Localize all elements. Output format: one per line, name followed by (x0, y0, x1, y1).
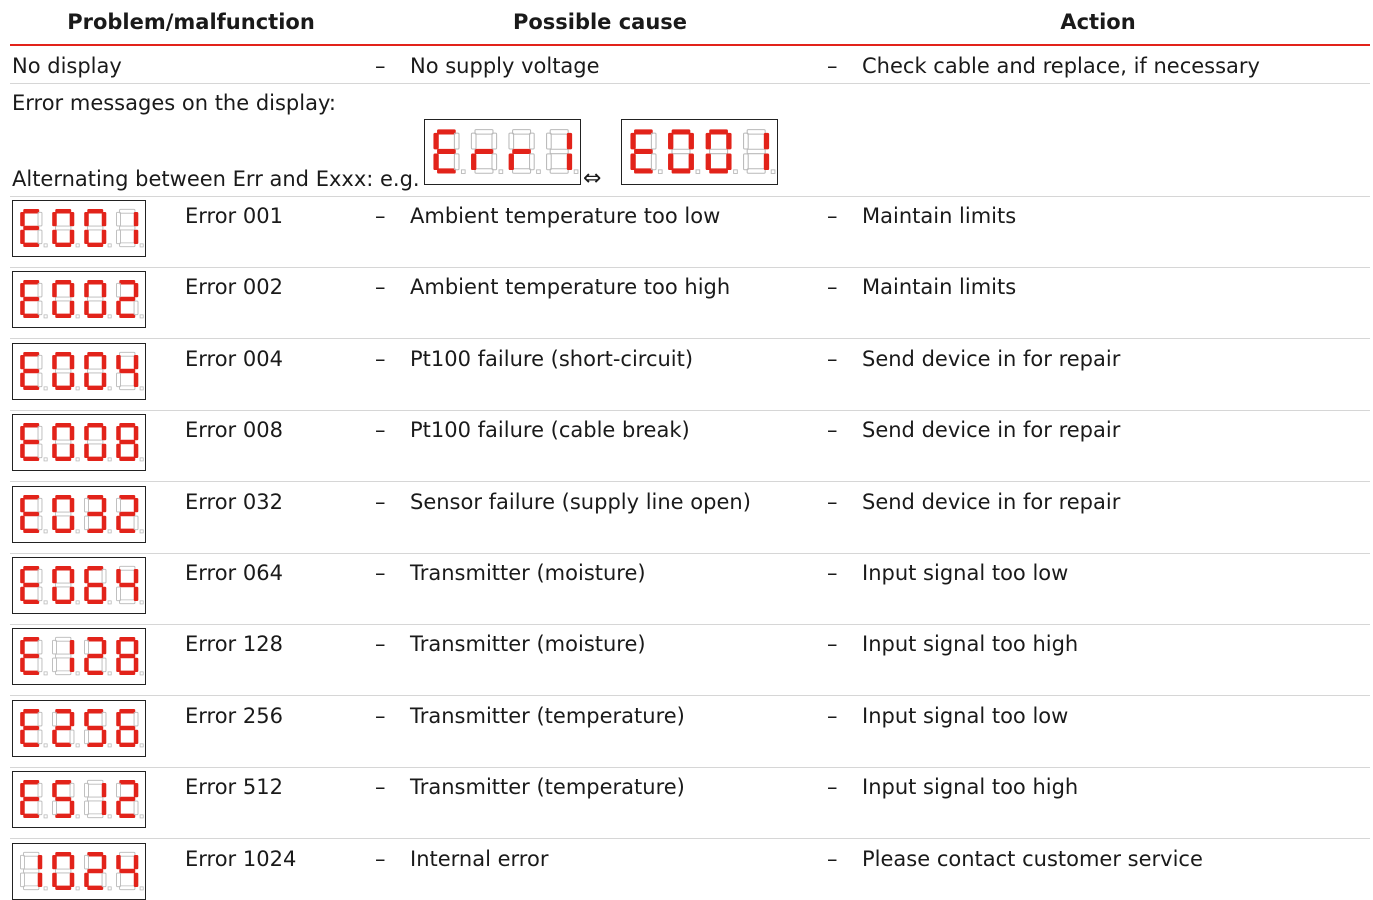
error-cause: Transmitter (moisture) (410, 561, 646, 585)
dash: – (827, 847, 838, 871)
seven-segment-icon (20, 351, 144, 391)
seven-segment-icon (433, 129, 579, 174)
error-code: Error 128 (185, 632, 283, 656)
error-display (12, 557, 146, 614)
error-action: Input signal too low (862, 561, 1069, 585)
error-cause: Sensor failure (supply line open) (410, 490, 751, 514)
dash: – (375, 275, 386, 299)
row-divider (10, 338, 1370, 339)
dash: – (827, 775, 838, 799)
row-divider (10, 553, 1370, 554)
seven-segment-icon (20, 208, 144, 248)
error-display (12, 343, 146, 400)
error-display (12, 843, 146, 900)
seven-segment-icon (630, 129, 776, 174)
column-header-action: Action (1060, 10, 1136, 34)
error-action: Input signal too low (862, 704, 1069, 728)
error-display (12, 200, 146, 257)
error-cause: Pt100 failure (short-circuit) (410, 347, 694, 371)
seven-segment-icon (20, 565, 144, 605)
error-cause: Transmitter (temperature) (410, 775, 685, 799)
dash: – (375, 704, 386, 728)
dash: – (827, 490, 838, 514)
column-header-problem: Problem/malfunction (67, 10, 315, 34)
error-display (12, 414, 146, 471)
dash: – (827, 275, 838, 299)
seven-segment-icon (20, 636, 144, 676)
row-divider (10, 767, 1370, 768)
error-display (12, 486, 146, 543)
header-divider (10, 44, 1370, 46)
no-display-problem: No display (12, 54, 122, 78)
error-display (12, 771, 146, 828)
error-code: Error 001 (185, 204, 283, 228)
example-display-code (621, 119, 778, 185)
error-cause: Transmitter (temperature) (410, 704, 685, 728)
dash: – (375, 632, 386, 656)
row-divider (10, 196, 1370, 197)
error-code: Error 002 (185, 275, 283, 299)
error-display (12, 700, 146, 757)
error-action: Maintain limits (862, 204, 1017, 228)
seven-segment-icon (20, 280, 144, 319)
error-code: Error 008 (185, 418, 283, 442)
example-display-err (424, 119, 581, 185)
dash: – (375, 490, 386, 514)
row-divider (10, 838, 1370, 839)
error-display (12, 271, 146, 328)
alternating-arrow-icon: ⇔ (583, 166, 602, 191)
error-cause: Transmitter (moisture) (410, 632, 646, 656)
error-cause: Pt100 failure (cable break) (410, 418, 690, 442)
dash: – (827, 204, 838, 228)
row-divider (10, 481, 1370, 482)
row-divider (10, 83, 1370, 84)
error-cause: Ambient temperature too high (410, 275, 731, 299)
dash: – (375, 204, 386, 228)
error-cause: Ambient temperature too low (410, 204, 721, 228)
row-divider (10, 624, 1370, 625)
dash: – (375, 347, 386, 371)
no-display-cause: No supply voltage (410, 54, 600, 78)
error-code: Error 1024 (185, 847, 297, 871)
seven-segment-icon (20, 709, 144, 748)
dash: – (827, 54, 838, 78)
dash: – (375, 775, 386, 799)
error-action: Send device in for repair (862, 490, 1121, 514)
error-display (12, 628, 146, 685)
row-divider (10, 267, 1370, 268)
error-action: Maintain limits (862, 275, 1017, 299)
error-action: Send device in for repair (862, 347, 1121, 371)
no-display-action: Check cable and replace, if necessary (862, 54, 1260, 78)
dash: – (375, 561, 386, 585)
error-action: Input signal too high (862, 632, 1079, 656)
error-cause: Internal error (410, 847, 549, 871)
alternating-label: Alternating between Err and Exxx: e.g. (12, 167, 420, 191)
error-action: Input signal too high (862, 775, 1079, 799)
error-code: Error 512 (185, 775, 283, 799)
error-code: Error 256 (185, 704, 283, 728)
seven-segment-icon (20, 495, 144, 534)
error-code: Error 064 (185, 561, 283, 585)
error-action: Please contact customer service (862, 847, 1203, 871)
error-messages-label: Error messages on the display: (12, 91, 336, 115)
column-header-cause: Possible cause (512, 10, 688, 34)
dash: – (827, 704, 838, 728)
dash: – (375, 847, 386, 871)
dash: – (375, 418, 386, 442)
error-code: Error 032 (185, 490, 283, 514)
dash: – (827, 418, 838, 442)
dash: – (827, 347, 838, 371)
seven-segment-icon (20, 423, 144, 462)
error-action: Send device in for repair (862, 418, 1121, 442)
error-code: Error 004 (185, 347, 283, 371)
row-divider (10, 695, 1370, 696)
row-divider (10, 410, 1370, 411)
seven-segment-icon (20, 779, 144, 819)
dash: – (375, 54, 386, 78)
seven-segment-icon (20, 851, 144, 891)
dash: – (827, 561, 838, 585)
dash: – (827, 632, 838, 656)
